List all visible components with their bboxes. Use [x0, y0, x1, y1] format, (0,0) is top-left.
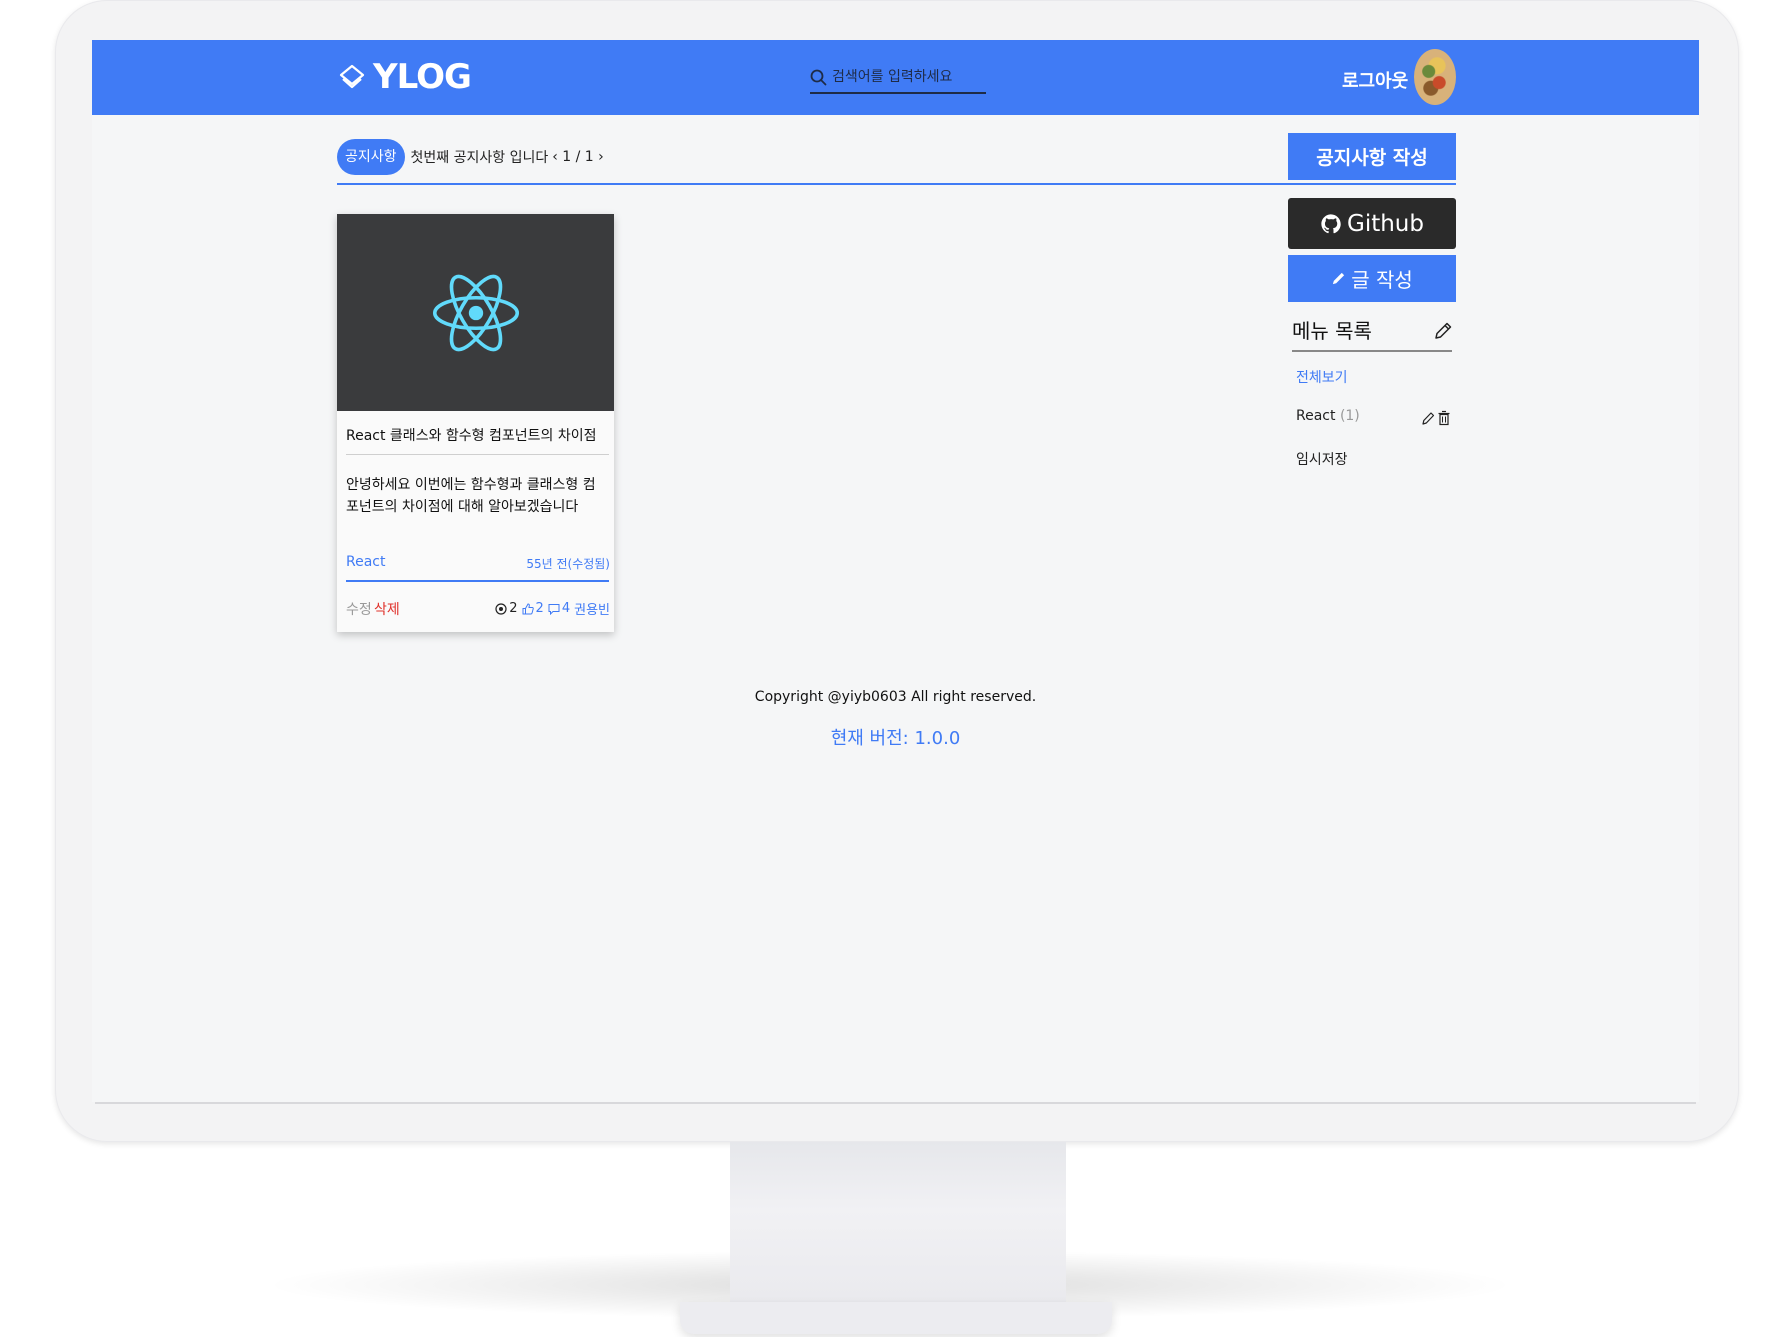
notice-divider — [337, 183, 1456, 185]
post-meta-divider — [346, 580, 609, 582]
notice-write-button[interactable]: 공지사항 작성 — [1288, 133, 1456, 180]
post-stats: 2 2 4 권용빈 — [491, 599, 610, 618]
post-edit-button[interactable]: 수정 — [346, 599, 372, 619]
github-button[interactable]: Github — [1288, 198, 1456, 249]
post-title[interactable]: React 클래스와 함수형 컴포넌트의 차이점 — [346, 425, 596, 445]
post-views-count: 2 — [509, 601, 518, 616]
app-header: YLOG 로그아웃 — [92, 40, 1699, 115]
react-logo-icon — [432, 274, 519, 351]
eye-icon — [495, 602, 507, 615]
pencil-icon — [1333, 272, 1345, 285]
comment-icon — [548, 603, 560, 615]
notice-pager[interactable]: ‹ 1 / 1 › — [552, 149, 604, 165]
search-box — [810, 62, 986, 94]
write-post-label: 글 작성 — [1351, 268, 1413, 292]
monitor-stand — [730, 1142, 1066, 1312]
logo[interactable]: YLOG — [337, 54, 472, 100]
notice-text[interactable]: 첫번째 공지사항 입니다 — [411, 147, 549, 167]
post-summary: 안녕하세요 이번에는 함수형과 클래스형 컴포넌트의 차이점에 대해 알아보겠습… — [346, 477, 596, 515]
notice-bar: 공지사항 첫번째 공지사항 입니다 ‹ 1 / 1 › — [337, 139, 604, 175]
post-title-divider — [346, 454, 609, 455]
search-icon[interactable] — [810, 69, 827, 86]
logout-button[interactable]: 로그아웃 — [1342, 67, 1408, 93]
menu-title: 메뉴 목록 — [1292, 319, 1372, 343]
write-post-button[interactable]: 글 작성 — [1288, 255, 1456, 302]
menu-item-temp-saved[interactable]: 임시저장 — [1296, 449, 1348, 469]
notice-badge: 공지사항 — [337, 139, 405, 175]
github-icon — [1321, 213, 1341, 233]
menu-edit-pencil-icon[interactable] — [1432, 320, 1454, 342]
monitor-screen-edge — [95, 1102, 1696, 1104]
avatar[interactable] — [1414, 49, 1456, 105]
menu-item-react[interactable]: React (1) — [1296, 408, 1360, 424]
post-author[interactable]: 권용빈 — [574, 599, 610, 618]
browser-screen: YLOG 로그아웃 공지사항 첫번째 공지사항 입니다 ‹ 1 / 1 › 공지… — [92, 40, 1699, 1102]
post-comments-count: 4 — [561, 601, 571, 616]
menu-item-react-label: React — [1296, 408, 1336, 424]
post-category-tag[interactable]: React — [346, 554, 385, 570]
post-delete-button[interactable]: 삭제 — [374, 599, 400, 619]
footer-version: 현재 버전: 1.0.0 — [830, 728, 961, 749]
post-card[interactable]: React 클래스와 함수형 컴포넌트의 차이점 안녕하세요 이번에는 함수형과… — [337, 214, 614, 632]
category-delete-trash-icon[interactable] — [1437, 410, 1451, 426]
monitor-stand-base — [680, 1302, 1112, 1334]
post-date: 55년 전(수정됨) — [526, 557, 610, 571]
post-thumbnail[interactable] — [337, 214, 614, 411]
notice-write-label: 공지사항 작성 — [1316, 147, 1428, 169]
category-edit-pencil-icon[interactable] — [1421, 410, 1435, 426]
menu-item-react-count: (1) — [1339, 408, 1360, 424]
thumbs-up-icon[interactable] — [522, 602, 534, 615]
post-likes-count: 2 — [535, 601, 544, 616]
layers-diamond-icon — [339, 64, 365, 89]
menu-divider — [1292, 350, 1452, 352]
footer-copyright: Copyright @yiyb0603 All right reserved. — [754, 689, 1037, 705]
search-input[interactable] — [832, 69, 980, 85]
logo-text: YLOG — [373, 57, 472, 97]
menu-item-all[interactable]: 전체보기 — [1296, 367, 1348, 387]
github-label: Github — [1347, 210, 1424, 237]
